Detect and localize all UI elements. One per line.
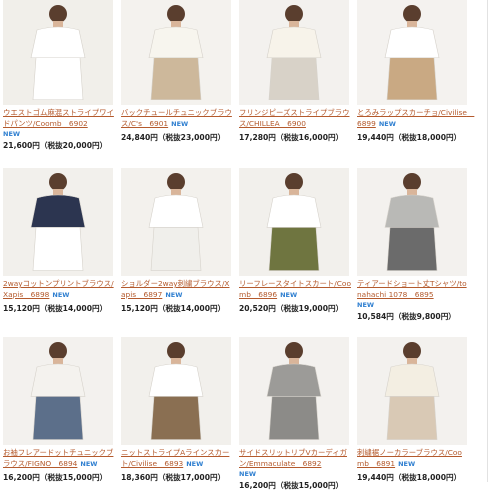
product-image[interactable] [239,168,349,276]
product-title-link[interactable]: お袖フレアードットチュニックブラウス/FIGNO 6894 NEW [3,448,115,469]
new-badge: NEW [80,459,98,468]
product-title-link[interactable]: ウエストゴム麻混ストライプワイドパンツ/Coomb 6902 [3,108,115,129]
new-badge: NEW [186,459,204,468]
product-price: 19,440円（税抜18,000円） [357,133,462,142]
new-badge: NEW [239,470,257,478]
product-card[interactable]: サイドスリットリブVカーディガン/Emmaculate 6892 NEW 16,20… [239,337,351,497]
new-badge: NEW [165,290,183,299]
product-title: ティアードショート丈Tシャツ/tonahachi 1078 6895 [357,279,467,299]
product-image[interactable] [357,168,467,276]
product-title-link[interactable]: バックチュールチュニックブラウス/C's 6901 NEW [121,108,233,129]
product-grid: ウエストゴム麻混ストライプワイドパンツ/Coomb 6902 NEW 21,600円… [0,0,500,490]
product-title-link[interactable]: とろみラップスカーチョ/Civilise 6899 NEW [357,108,474,129]
product-image[interactable] [3,168,113,276]
product-price: 15,120円（税抜14,000円） [3,304,108,313]
product-price: 21,600円（税抜20,000円） [3,141,108,150]
product-title-link[interactable]: ショルダー2way刺繍ブラウス/Xapis 6897 NEW [121,279,233,300]
new-badge: NEW [378,119,396,128]
product-card[interactable]: ニットストライプAラインスカート/Civilise 6893 NEW 18,360円… [121,337,233,497]
product-image[interactable] [239,0,349,105]
product-title: サイドスリットリブVカーディガン/Emmaculate 6892 [239,448,348,468]
new-badge: NEW [171,119,189,128]
product-title-link[interactable]: フリンジピーズストライプブラウス/CHILLEA 6900 [239,108,351,129]
product-card[interactable]: 2wayコットンプリントブラウス/Xapis 6898 NEW 15,120円（税抜… [3,168,115,328]
product-image[interactable] [3,0,113,105]
product-title-link[interactable]: リーフレースタイトスカート/Coomb 6896 NEW [239,279,351,300]
product-card[interactable]: ショルダー2way刺繍ブラウス/Xapis 6897 NEW 15,120円（税抜1… [121,168,233,328]
product-image[interactable] [357,0,467,105]
product-card[interactable]: リーフレースタイトスカート/Coomb 6896 NEW 20,520円（税抜19,… [239,168,351,328]
product-title-link[interactable]: ティアードショート丈Tシャツ/tonahachi 1078 6895 [357,279,469,300]
product-card[interactable]: お袖フレアードットチュニックブラウス/FIGNO 6894 NEW 16,200円（… [3,337,115,497]
product-image[interactable] [121,337,231,445]
product-card[interactable]: バックチュールチュニックブラウス/C's 6901 NEW 24,840円（税抜23… [121,0,233,160]
product-price: 10,584円（税抜9,800円） [357,312,456,321]
product-price: 16,200円（税抜15,000円） [239,481,344,490]
product-image[interactable] [121,168,231,276]
product-title: フリンジピーズストライプブラウス/CHILLEA 6900 [239,108,350,128]
new-badge: NEW [280,290,298,299]
product-card[interactable]: とろみラップスカーチョ/Civilise 6899 NEW 19,440円（税抜18… [357,0,474,160]
product-title: とろみラップスカーチョ/Civilise 6899 [357,108,475,128]
new-badge: NEW [398,459,416,468]
product-image[interactable] [357,337,467,445]
product-price: 24,840円（税抜23,000円） [121,133,226,142]
product-title-link[interactable]: サイドスリットリブVカーディガン/Emmaculate 6892 [239,448,351,469]
new-badge: NEW [52,290,70,299]
new-badge: NEW [3,130,21,138]
new-badge: NEW [357,301,375,309]
product-image[interactable] [121,0,231,105]
product-card[interactable]: 刺繍裾ノーカラーブラウス/Coomb 6891 NEW 19,440円（税抜18,0… [357,337,469,497]
product-card[interactable]: ウエストゴム麻混ストライプワイドパンツ/Coomb 6902 NEW 21,600円… [3,0,115,160]
scrollbar-track[interactable] [487,0,488,482]
product-price: 17,280円（税抜16,000円） [239,133,344,142]
product-card[interactable]: ティアードショート丈Tシャツ/tonahachi 1078 6895 NEW 10,… [357,168,469,328]
product-card[interactable]: フリンジピーズストライプブラウス/CHILLEA 6900 17,280円（税抜1… [239,0,351,160]
product-price: 15,120円（税抜14,000円） [121,304,226,313]
product-image[interactable] [239,337,349,445]
product-title: ウエストゴム麻混ストライプワイドパンツ/Coomb 6902 [3,108,114,128]
product-title-link[interactable]: ニットストライプAラインスカート/Civilise 6893 NEW [121,448,233,469]
product-price: 20,520円（税抜19,000円） [239,304,344,313]
product-image[interactable] [3,337,113,445]
product-title-link[interactable]: 2wayコットンプリントブラウス/Xapis 6898 NEW [3,279,115,300]
product-title: ニットストライプAラインスカート/Civilise 6893 [121,448,230,468]
product-title-link[interactable]: 刺繍裾ノーカラーブラウス/Coomb 6891 NEW [357,448,469,469]
